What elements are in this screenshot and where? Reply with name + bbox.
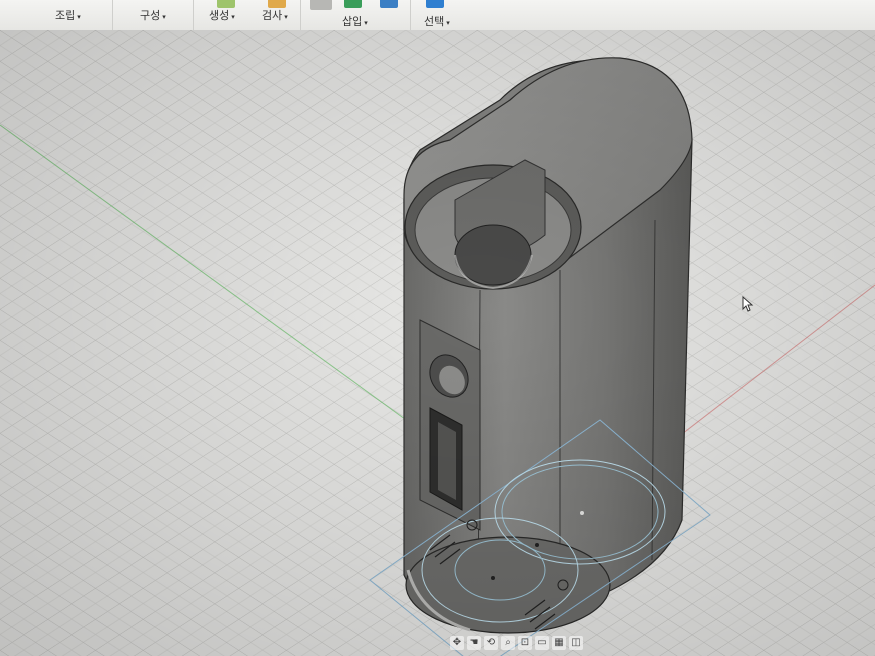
display-icon[interactable]: ▭ <box>535 636 549 650</box>
viewport-canvas <box>0 30 875 656</box>
orbit-icon[interactable]: ⟲ <box>484 636 498 650</box>
select-label: 선택 ▾ <box>424 15 450 28</box>
navigation-bar: ✥ ☚ ⟲ ⌕ ⊡ ▭ ▦ ◫ <box>450 636 583 654</box>
construct-label: 구성 ▾ <box>140 9 166 22</box>
create-label: 생성 ▾ <box>209 9 235 22</box>
viewport-icon[interactable]: ◫ <box>569 636 583 650</box>
toolbar-divider <box>410 0 411 30</box>
insert-label: 삽입 ▾ <box>342 15 368 28</box>
assemble-label: 조립 ▾ <box>55 9 81 22</box>
toolbar-divider <box>112 0 113 30</box>
inspect-label: 검사 ▾ <box>262 9 288 22</box>
move-icon[interactable]: ✥ <box>450 636 464 650</box>
insert-image-icon <box>380 0 398 8</box>
toolbar-divider <box>300 0 301 30</box>
pan-icon[interactable]: ☚ <box>467 636 481 650</box>
insert-plus-icon <box>344 0 362 8</box>
photo-vignette <box>0 30 875 656</box>
ribbon-toolbar: 조립 ▾ 구성 ▾ 생성 ▾ 검사 ▾ 삽입 ▾ 선택 ▾ <box>0 0 875 31</box>
link-icon[interactable] <box>310 0 332 10</box>
toolbar-divider <box>193 0 194 30</box>
3d-viewport[interactable] <box>0 30 875 656</box>
zoom-icon[interactable]: ⌕ <box>501 636 515 650</box>
grid-icon[interactable]: ▦ <box>552 636 566 650</box>
fit-icon[interactable]: ⊡ <box>518 636 532 650</box>
select-arrow-icon <box>426 0 444 8</box>
mouse-cursor-icon <box>742 296 754 312</box>
